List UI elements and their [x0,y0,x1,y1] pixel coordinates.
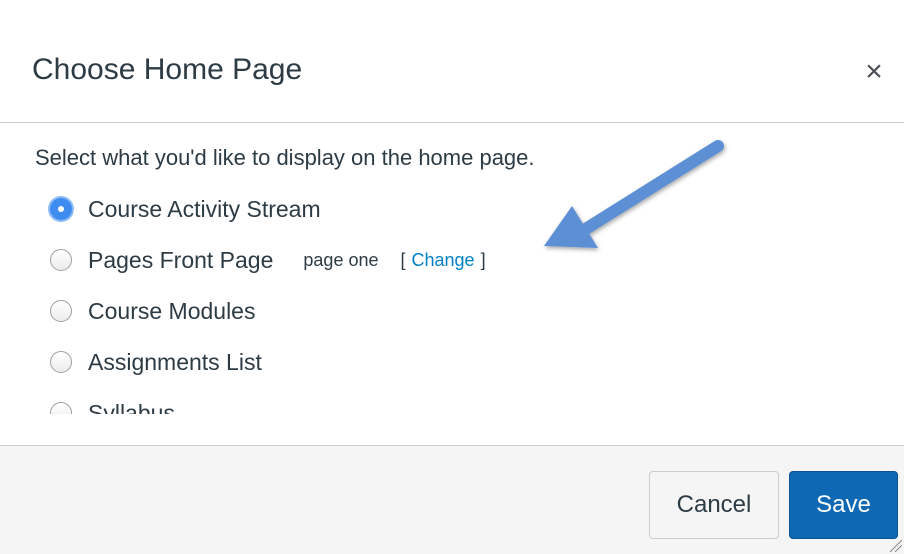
option-label: Pages Front Page [88,246,274,273]
option-label: Syllabus [88,399,175,415]
bracket-close: ] [480,249,486,270]
option-course-activity-stream[interactable]: Course Activity Stream [50,193,321,225]
resize-handle-icon[interactable] [888,538,902,552]
dialog-body: Select what you'd like to display on the… [0,124,904,414]
front-page-name: page one [303,249,379,270]
radio-course-modules[interactable] [50,300,72,322]
option-assignments-list[interactable]: Assignments List [50,346,262,378]
radio-syllabus[interactable] [50,402,72,414]
bracket-open: [ [400,249,406,270]
radio-assignments-list[interactable] [50,351,72,373]
radio-pages-front-page[interactable] [50,249,72,271]
dialog-header: Choose Home Page × [0,0,904,123]
change-wrapper: [ Change] [400,250,485,271]
cancel-button[interactable]: Cancel [649,471,779,539]
radio-course-activity-stream[interactable] [50,198,72,220]
option-course-modules[interactable]: Course Modules [50,295,255,327]
save-button[interactable]: Save [789,471,898,539]
option-syllabus[interactable]: Syllabus [50,397,175,414]
option-label: Course Modules [88,297,256,324]
change-link[interactable]: Change [412,250,475,270]
close-icon[interactable]: × [856,54,892,90]
instructions-text: Select what you'd like to display on the… [35,145,535,170]
option-pages-front-page[interactable]: Pages Front Page page one [ Change] [50,244,486,276]
choose-home-page-dialog: Choose Home Page × Select what you'd lik… [0,0,904,554]
dialog-footer: Cancel Save [0,445,904,554]
arrow-annotation-icon [544,140,724,248]
option-label: Course Activity Stream [88,195,321,222]
dialog-title: Choose Home Page [32,53,303,86]
option-label: Assignments List [88,348,262,375]
